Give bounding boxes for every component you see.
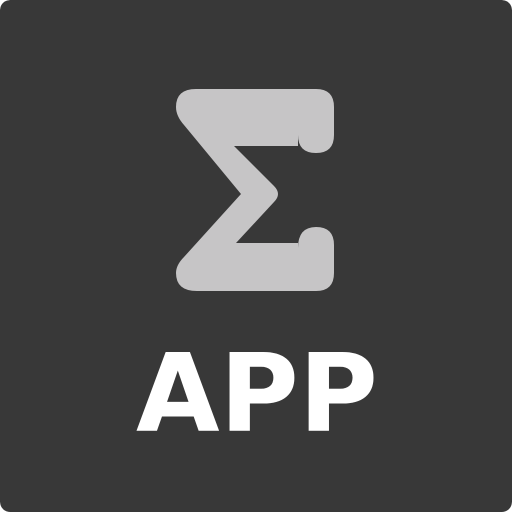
app-label: APP (136, 332, 378, 457)
app-icon-canvas: APP (0, 0, 512, 512)
app-icon[interactable]: APP (0, 0, 512, 512)
